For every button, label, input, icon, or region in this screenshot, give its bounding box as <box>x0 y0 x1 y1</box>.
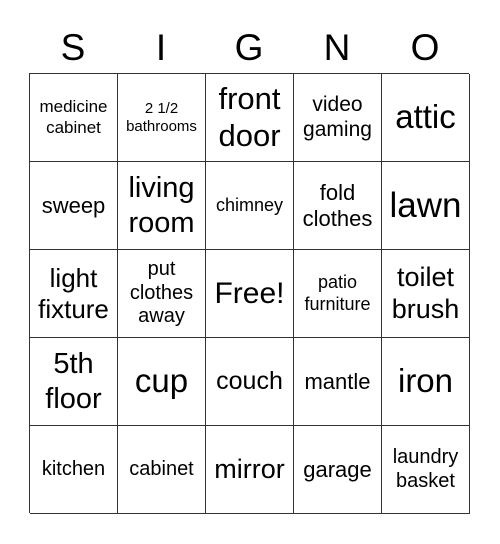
bingo-cell[interactable]: mirror <box>206 426 294 514</box>
header-letter: G <box>234 27 264 68</box>
bingo-cell[interactable]: lawn <box>382 162 470 250</box>
header-letter: O <box>410 27 440 68</box>
bingo-cell[interactable]: toilet brush <box>382 250 470 338</box>
bingo-cell[interactable]: put clothes away <box>118 250 206 338</box>
header-letter: N <box>323 27 351 68</box>
free-space[interactable]: Free! <box>206 250 294 338</box>
bingo-cell[interactable]: laundry basket <box>382 426 470 514</box>
bingo-cell[interactable]: cup <box>118 338 206 426</box>
bingo-cell[interactable]: sweep <box>30 162 118 250</box>
header-letter: S <box>60 27 86 68</box>
bingo-cell[interactable]: living room <box>118 162 206 250</box>
bingo-cell[interactable]: attic <box>382 74 470 162</box>
bingo-cell[interactable]: couch <box>206 338 294 426</box>
bingo-cell[interactable]: fold clothes <box>294 162 382 250</box>
header-letter: I <box>155 27 167 68</box>
bingo-cell[interactable]: garage <box>294 426 382 514</box>
bingo-cell[interactable]: video gaming <box>294 74 382 162</box>
bingo-cell[interactable]: 2 1/2 bathrooms <box>118 74 206 162</box>
bingo-cell[interactable]: cabinet <box>118 426 206 514</box>
bingo-cell[interactable]: patio furniture <box>294 250 382 338</box>
bingo-header: S I G N O <box>29 26 469 70</box>
bingo-cell[interactable]: light fixture <box>30 250 118 338</box>
bingo-cell[interactable]: front door <box>206 74 294 162</box>
bingo-grid: medicine cabinet 2 1/2 bathrooms front d… <box>29 73 470 514</box>
bingo-cell[interactable]: 5th floor <box>30 338 118 426</box>
bingo-cell[interactable]: mantle <box>294 338 382 426</box>
bingo-cell[interactable]: kitchen <box>30 426 118 514</box>
bingo-cell[interactable]: chimney <box>206 162 294 250</box>
bingo-cell[interactable]: iron <box>382 338 470 426</box>
bingo-cell[interactable]: medicine cabinet <box>30 74 118 162</box>
